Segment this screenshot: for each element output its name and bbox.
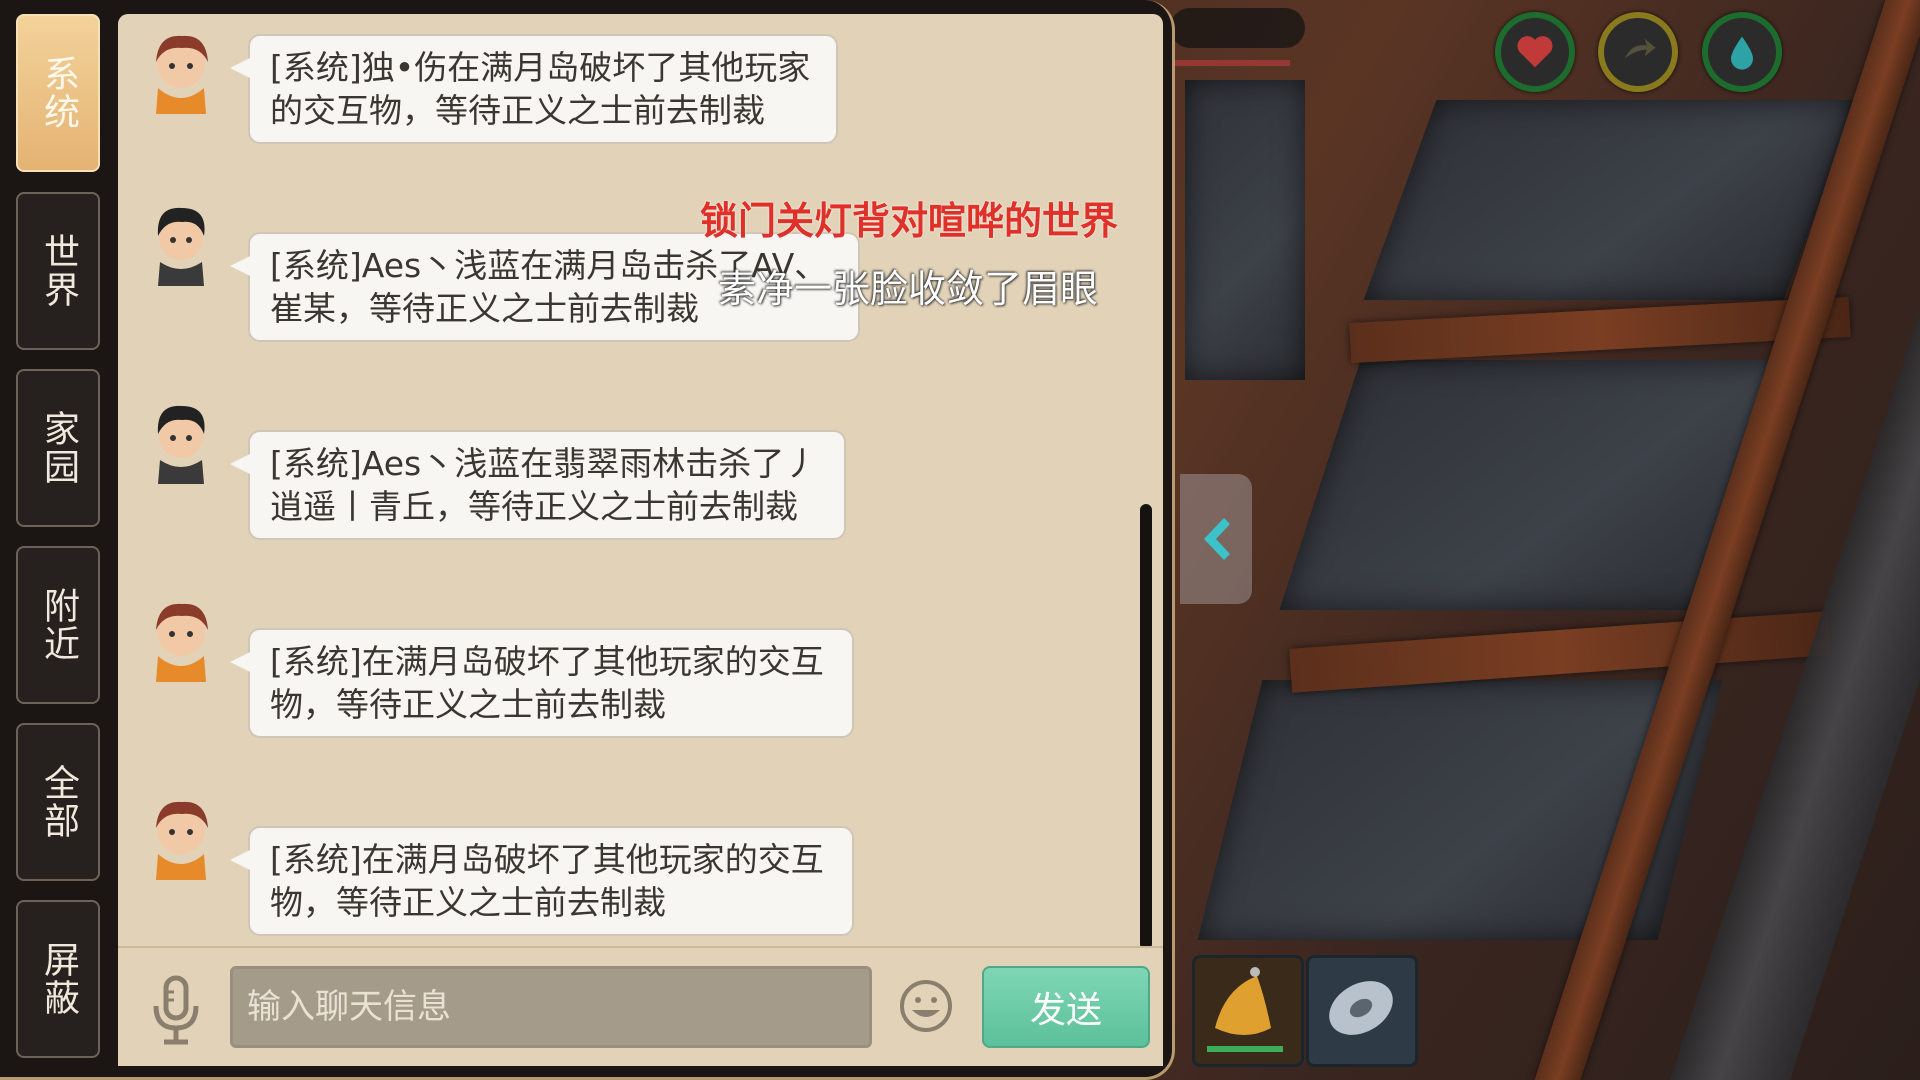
health-bar (1170, 60, 1290, 66)
message-text: [系统]Aes丶浅蓝在翡翠雨林击杀了丿 (270, 444, 818, 483)
message-bubble: [系统]独•伤在满月岛破坏了其他玩家 的交互物，等待正义之士前去制裁 (230, 34, 838, 144)
health-status[interactable] (1495, 12, 1575, 92)
tab-all[interactable]: 全部 (16, 723, 100, 881)
chat-text-input[interactable] (230, 966, 872, 1048)
stamina-status[interactable] (1598, 12, 1678, 92)
girl-avatar (156, 35, 208, 114)
chevron-left-icon (1204, 518, 1230, 560)
stamina-icon (1624, 38, 1656, 59)
tab-label: 家园 (38, 410, 79, 486)
chat-input-bar: 发送 (118, 946, 1163, 1066)
girl-avatar (156, 801, 208, 880)
send-button[interactable]: 发送 (982, 966, 1150, 1048)
emoji-icon[interactable] (898, 978, 954, 1034)
message-text: 的交互物，等待正义之士前去制裁 (270, 91, 765, 130)
chat-scrollbar[interactable] (1140, 504, 1152, 950)
message-text: 物，等待正义之士前去制裁 (270, 685, 666, 724)
tab-blocked[interactable]: 屏蔽 (16, 900, 100, 1058)
item-slot-horn[interactable] (1192, 955, 1304, 1067)
tab-label: 系统 (38, 55, 79, 131)
heart-icon (1517, 36, 1553, 68)
boy-avatar (157, 405, 205, 484)
tab-system[interactable]: 系统 (16, 14, 100, 172)
boy-avatar (157, 207, 205, 286)
message-bubble: [系统]Aes丶浅蓝在翡翠雨林击杀了丿 逍遥丨青丘，等待正义之士前去制裁 (230, 430, 846, 540)
message-text: [系统]在满月岛破坏了其他玩家的交互 (270, 642, 824, 681)
water-status[interactable] (1702, 12, 1782, 92)
top-bar (1170, 8, 1305, 48)
tab-world[interactable]: 世界 (16, 192, 100, 350)
disc-item-icon (1329, 981, 1393, 1035)
microphone-icon[interactable] (148, 974, 204, 1046)
chat-message-list[interactable]: [系统]独•伤在满月岛破坏了其他玩家 的交互物，等待正义之士前去制裁 [系统]A… (118, 14, 1163, 1064)
horn-item-icon (1207, 967, 1283, 1052)
water-drop-icon (1731, 36, 1753, 70)
tab-label: 世界 (38, 233, 79, 309)
message-text: 物，等待正义之士前去制裁 (270, 883, 666, 922)
message-text: [系统]独•伤在满月岛破坏了其他玩家 (270, 48, 811, 87)
tab-label: 附近 (38, 587, 79, 663)
girl-avatar (156, 603, 208, 682)
tab-label: 全部 (38, 764, 79, 840)
collapse-chat-button[interactable] (1180, 474, 1252, 604)
tab-label: 屏蔽 (38, 941, 79, 1017)
tab-nearby[interactable]: 附近 (16, 546, 100, 704)
overlay-lyric-white: 素净一张脸收敛了眉眼 (718, 267, 1099, 311)
overlay-lyric-red: 锁门关灯背对喧哗的世界 (700, 199, 1119, 243)
ceiling-panel (1363, 100, 1857, 300)
tab-home[interactable]: 家园 (16, 369, 100, 527)
item-slot-disc[interactable] (1306, 955, 1418, 1067)
chat-window: 系统 世界 家园 附近 全部 屏蔽 [系统]独•伤在满月岛破坏了其他玩家 的交互… (0, 0, 1175, 1080)
message-text: 逍遥丨青丘，等待正义之士前去制裁 (270, 487, 798, 526)
ceiling-panel (1185, 80, 1305, 380)
message-bubble: [系统]在满月岛破坏了其他玩家的交互 物，等待正义之士前去制裁 (230, 826, 854, 936)
message-bubble: [系统]在满月岛破坏了其他玩家的交互 物，等待正义之士前去制裁 (230, 628, 854, 738)
message-text: [系统]在满月岛破坏了其他玩家的交互 (270, 840, 824, 879)
